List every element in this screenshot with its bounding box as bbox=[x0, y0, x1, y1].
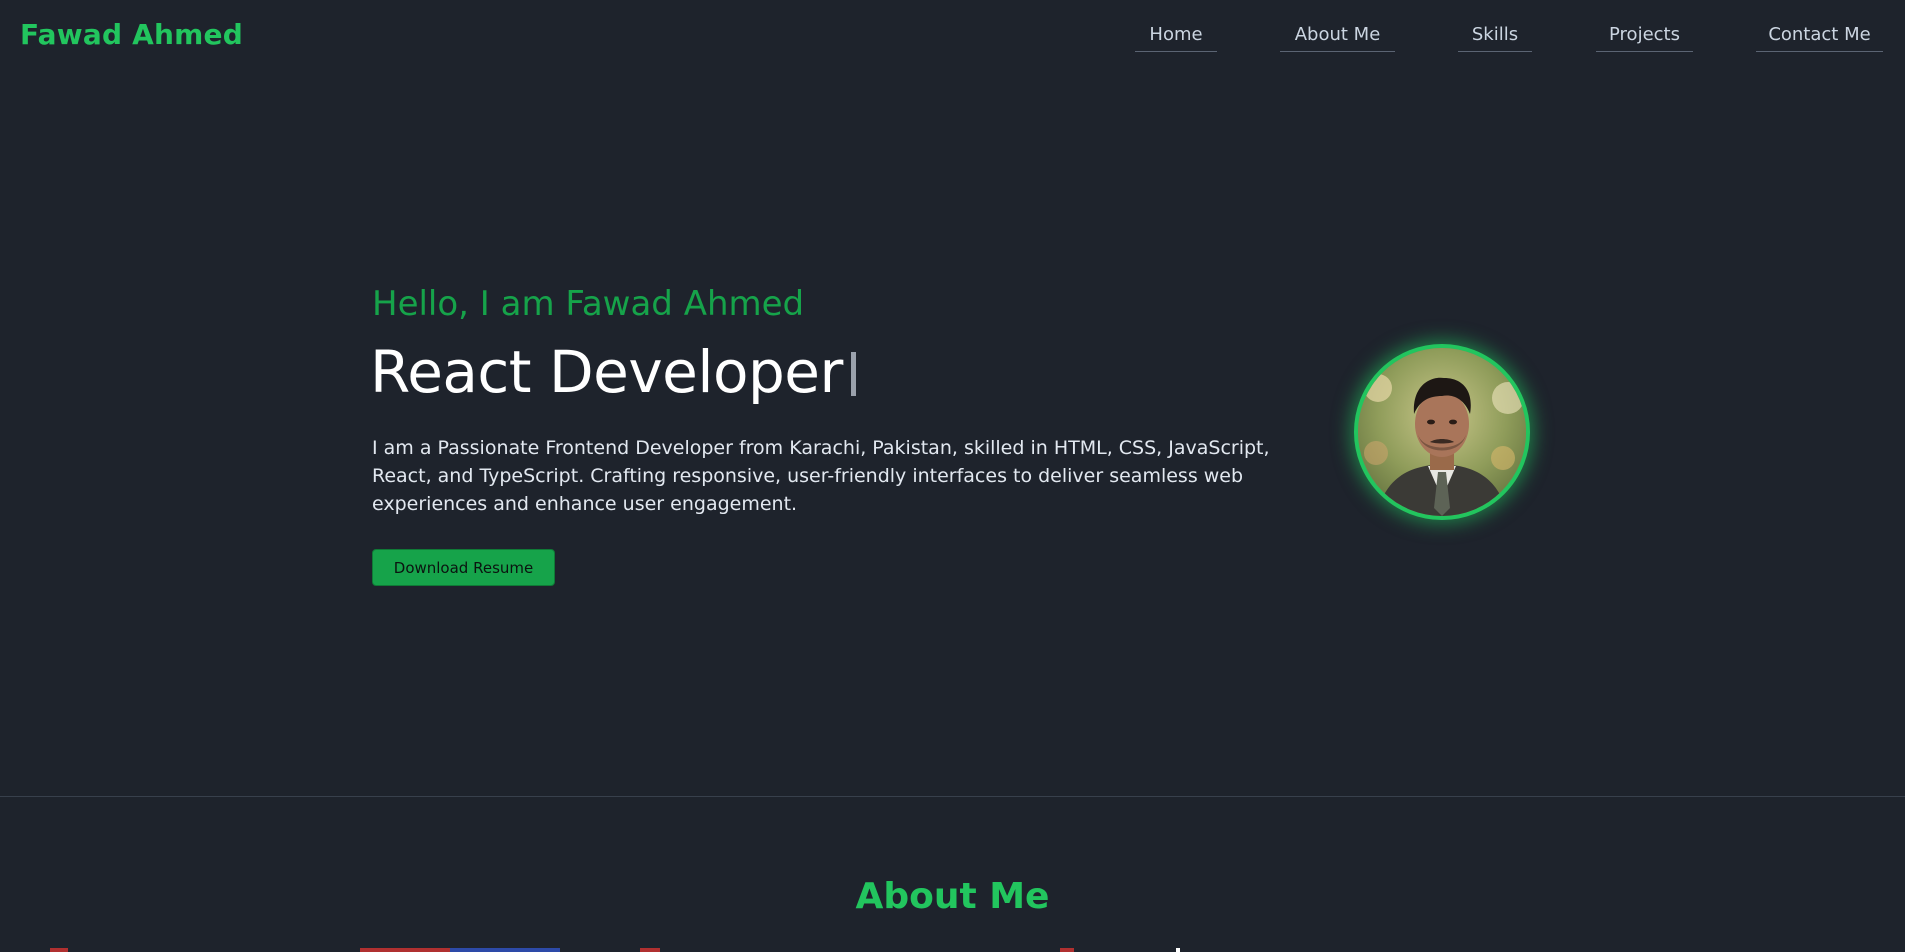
nav-item-projects[interactable]: Projects bbox=[1596, 22, 1693, 52]
about-content-preview-strip bbox=[50, 948, 1180, 952]
hero-title-wrapper: React Developer bbox=[370, 338, 856, 406]
hero-description: I am a Passionate Frontend Developer fro… bbox=[372, 437, 1270, 515]
nav-item-home[interactable]: Home bbox=[1135, 22, 1217, 52]
nav-item-skills[interactable]: Skills bbox=[1458, 22, 1532, 52]
hero-title: React Developer bbox=[370, 338, 843, 406]
about-heading: About Me bbox=[855, 876, 1050, 917]
nav-item-contact-me[interactable]: Contact Me bbox=[1756, 22, 1883, 52]
navbar: Fawad Ahmed Home About Me Skills Project… bbox=[0, 0, 1905, 76]
hero-greeting: Hello, I am Fawad Ahmed bbox=[372, 284, 805, 324]
typing-cursor bbox=[850, 352, 856, 396]
profile-photo bbox=[1358, 348, 1526, 516]
section-divider bbox=[0, 796, 1905, 797]
download-resume-button[interactable]: Download Resume bbox=[372, 549, 555, 586]
profile-avatar bbox=[1354, 344, 1530, 520]
nav-item-about-me[interactable]: About Me bbox=[1280, 22, 1395, 52]
brand-logo[interactable]: Fawad Ahmed bbox=[20, 18, 243, 51]
